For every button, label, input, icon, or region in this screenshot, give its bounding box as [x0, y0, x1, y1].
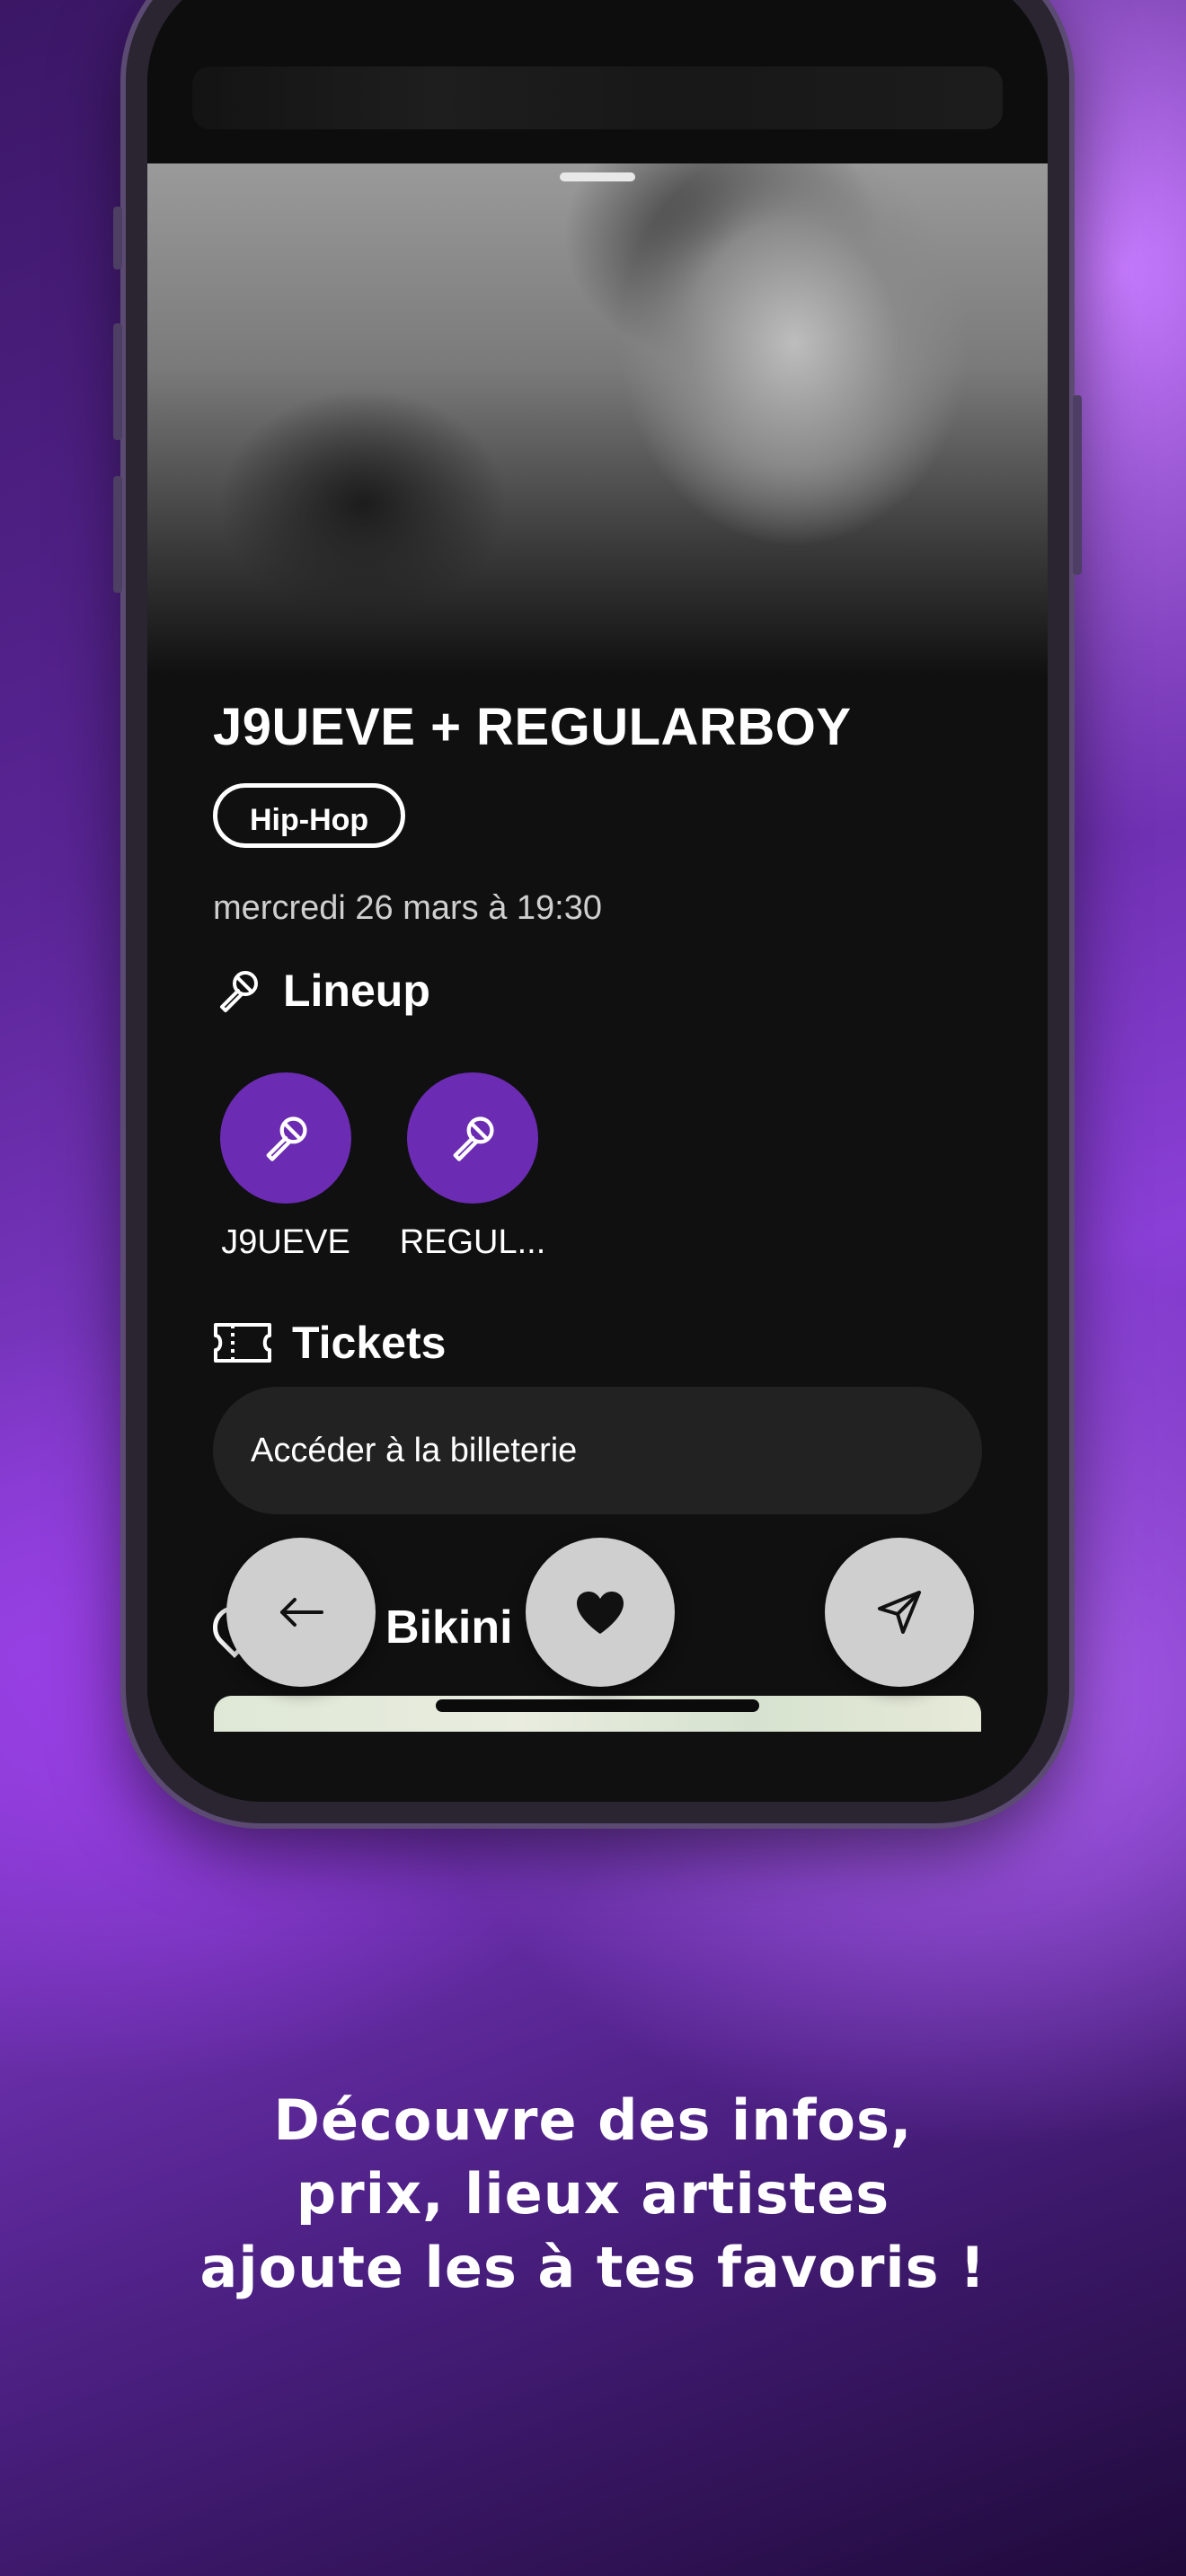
phone-volume-up	[113, 323, 122, 440]
event-title: J9UEVE + REGULARBOY	[213, 698, 852, 756]
lineup-label: Lineup	[283, 966, 430, 1016]
caption-line: ajoute les à tes favoris !	[199, 2235, 987, 2300]
microphone-icon	[266, 1116, 307, 1161]
ticket-icon	[214, 1323, 271, 1363]
phone-mockup: J9UEVE + REGULARBOY Hip-Hop mercredi 26 …	[113, 0, 1082, 1823]
caption-line: Découvre des infos,	[273, 2087, 913, 2153]
app-screen: J9UEVE + REGULARBOY Hip-Hop mercredi 26 …	[147, 0, 1048, 1802]
ticketing-button[interactable]: Accéder à la billeterie	[213, 1387, 982, 1514]
microphone-icon	[220, 971, 258, 1012]
tickets-label: Tickets	[292, 1318, 447, 1368]
lineup-heading: Lineup	[213, 965, 430, 1017]
artist-avatar[interactable]	[407, 1072, 538, 1204]
home-indicator[interactable]	[436, 1699, 759, 1712]
phone-side-button	[113, 207, 122, 269]
venue-name: Bikini	[385, 1601, 513, 1654]
tickets-heading: Tickets	[213, 1317, 446, 1369]
lineup-artist[interactable]: REGUL...	[383, 1072, 562, 1262]
blurred-header-content	[192, 66, 1003, 129]
artist-avatar[interactable]	[220, 1072, 351, 1204]
heart-icon	[577, 1592, 624, 1634]
back-button[interactable]	[226, 1538, 376, 1687]
sheet-grabber[interactable]	[560, 172, 635, 181]
background-page-header	[147, 0, 1048, 163]
event-date: mercredi 26 mars à 19:30	[213, 889, 602, 927]
microphone-icon	[453, 1116, 494, 1161]
share-button[interactable]	[825, 1538, 974, 1687]
genre-tag[interactable]: Hip-Hop	[213, 783, 406, 848]
phone-volume-down	[113, 476, 122, 593]
artist-name: REGUL...	[399, 1223, 546, 1261]
arrow-left-icon	[280, 1598, 323, 1627]
send-icon	[878, 1591, 921, 1634]
artist-name: J9UEVE	[221, 1223, 350, 1261]
artist-photo	[147, 163, 1048, 675]
favorite-button[interactable]	[526, 1538, 675, 1687]
phone-power-button	[1073, 395, 1082, 575]
promo-caption: Découvre des infos, prix, lieux artistes…	[0, 2084, 1186, 2305]
caption-line: prix, lieux artistes	[296, 2161, 890, 2227]
lineup-artist[interactable]: J9UEVE	[196, 1072, 376, 1262]
